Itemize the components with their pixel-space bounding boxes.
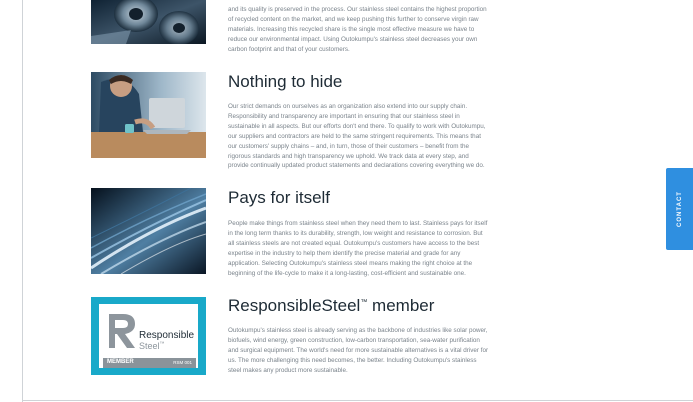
badge-word-responsible: Responsible [139, 330, 195, 341]
badge-member-label: MEMBER [107, 359, 134, 365]
badge-card: Responsible Steel™ MEMBER RSM 001 [99, 304, 198, 368]
section-body: People make things from stainless steel … [228, 220, 488, 277]
section-body: and its quality is preserved in the proc… [228, 6, 487, 53]
section-heading: ResponsibleSteel™ member [228, 296, 435, 315]
section-body: Outokumpu's stainless steel is already s… [228, 327, 489, 374]
frame-bottom-border [22, 400, 693, 401]
contact-tab-button[interactable]: CONTACT [666, 168, 693, 250]
badge-word-steel: Steel™ [139, 341, 165, 351]
responsiblesteel-badge: Responsible Steel™ MEMBER RSM 001 [91, 297, 206, 375]
contact-tab-label: CONTACT [676, 191, 683, 227]
steel-coils-image [91, 0, 206, 44]
section-body: Our strict demands on ourselves as an or… [228, 103, 486, 170]
responsiblesteel-r-logo-icon [109, 314, 135, 348]
page-content: and its quality is preserved in the proc… [23, 0, 693, 400]
badge-member-bar: MEMBER RSM 001 [103, 358, 196, 368]
person-at-laptop-image [91, 72, 206, 158]
section-heading: Nothing to hide [228, 72, 343, 91]
motion-light-streaks-image [91, 188, 206, 274]
section-heading: Pays for itself [228, 188, 331, 207]
badge-member-code: RSM 001 [173, 360, 192, 365]
